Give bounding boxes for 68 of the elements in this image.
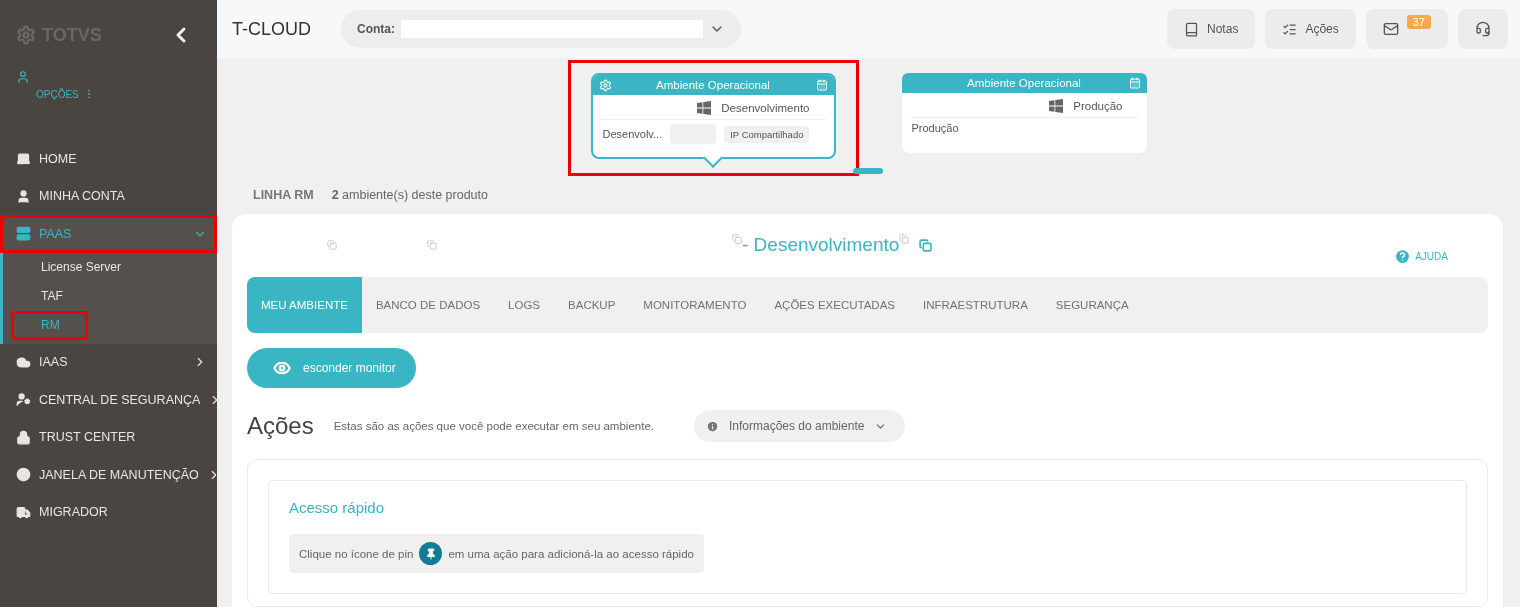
user-icon	[16, 188, 31, 204]
nav-item[interactable]: TRUST CENTER	[0, 418, 217, 456]
account-selector[interactable]: Conta:	[341, 10, 741, 48]
copy-icon[interactable]	[732, 234, 742, 244]
book-icon	[1184, 21, 1200, 37]
tab[interactable]: INFRAESTRUTURA	[909, 277, 1042, 333]
nav-subitem[interactable]: TAF	[11, 281, 91, 311]
tab[interactable]: BANCO DE DADOS	[361, 277, 495, 333]
environment-detail: Desenvolv...	[602, 128, 663, 140]
nav-subitem[interactable]: License Server	[11, 252, 150, 282]
environment-detail: Produção	[911, 122, 959, 134]
hint-text: Clique no ícone de pin	[299, 547, 414, 560]
eye-icon	[273, 359, 291, 377]
tab[interactable]: LOGS	[494, 277, 555, 333]
mail-icon	[1382, 21, 1399, 37]
info-dropdown[interactable]: Informações do ambiente	[694, 410, 906, 442]
card-title: Ambiente Operacional	[967, 77, 1081, 89]
actions-button[interactable]: Ações	[1265, 9, 1356, 49]
windows-icon	[697, 101, 712, 115]
nav-item[interactable]: IAAS	[0, 343, 217, 381]
nav-item[interactable]: CENTRAL DE SEGURANÇA	[0, 381, 217, 419]
app-title: T-CLOUD	[232, 18, 311, 40]
environment-name: Desenvolvimento	[721, 102, 810, 114]
copy-icon[interactable]	[899, 234, 910, 244]
card-title: Ambiente Operacional	[656, 79, 770, 91]
user-icon	[16, 70, 30, 84]
tab[interactable]: SEGURANÇA	[1041, 277, 1143, 333]
options-menu[interactable]: OPÇÕES	[16, 88, 201, 100]
tab[interactable]: BACKUP	[554, 277, 630, 333]
ip-tag: IP Compartilhado	[724, 125, 810, 143]
section-description: Estas são as ações que você pode executar em seu ambiente.	[333, 420, 654, 432]
calendar-icon	[1128, 77, 1141, 89]
tab[interactable]: AÇÕES EXECUTADAS	[760, 277, 909, 333]
support-button[interactable]	[1458, 9, 1508, 49]
laptop-icon	[16, 151, 31, 167]
nav-subitem[interactable]: RM	[11, 310, 88, 340]
help-icon	[1394, 248, 1412, 265]
tab[interactable]: MONITORAMENTO	[629, 277, 761, 333]
count-badge: 37	[1406, 15, 1431, 29]
nav-item[interactable]: MINHA CONTA	[0, 177, 217, 215]
info-icon	[706, 419, 719, 433]
calendar-icon	[815, 79, 828, 91]
environment-card[interactable]: Ambiente Operacional Produção Produção	[901, 73, 1147, 153]
hint-text: em uma ação para adicioná-la ao acesso rápido	[448, 547, 694, 560]
environment-count: 2 ambiente(s) deste produto	[331, 188, 488, 202]
copy-icon[interactable]	[919, 238, 933, 252]
environment-name: Produção	[1073, 100, 1123, 112]
copy-icon[interactable]	[427, 240, 437, 250]
user-gear-icon	[16, 392, 31, 408]
checklist-icon	[1282, 21, 1298, 37]
pin-icon	[419, 542, 443, 565]
carousel-indicator[interactable]	[853, 168, 883, 174]
nav-item[interactable]: MIGRADOR	[0, 493, 217, 531]
section-title: Ações	[247, 412, 314, 440]
nav-item[interactable]: JANELA DE MANUTENÇÃO	[0, 456, 217, 494]
windows-icon	[1049, 99, 1064, 113]
settings-icon	[598, 78, 612, 92]
lock-icon	[16, 429, 31, 445]
copy-icon[interactable]	[327, 240, 337, 250]
environment-title: - Desenvolvimento	[742, 234, 900, 256]
notes-button[interactable]: Notas	[1167, 9, 1256, 49]
headset-icon	[1475, 21, 1491, 37]
nav-item[interactable]: PAAS	[0, 215, 217, 253]
quick-access-title: Acesso rápido	[289, 499, 386, 516]
server-icon	[16, 226, 31, 242]
nav-item[interactable]: HOME	[0, 140, 217, 178]
cloud-icon	[16, 354, 31, 370]
product-line: LINHA RM	[253, 188, 314, 202]
